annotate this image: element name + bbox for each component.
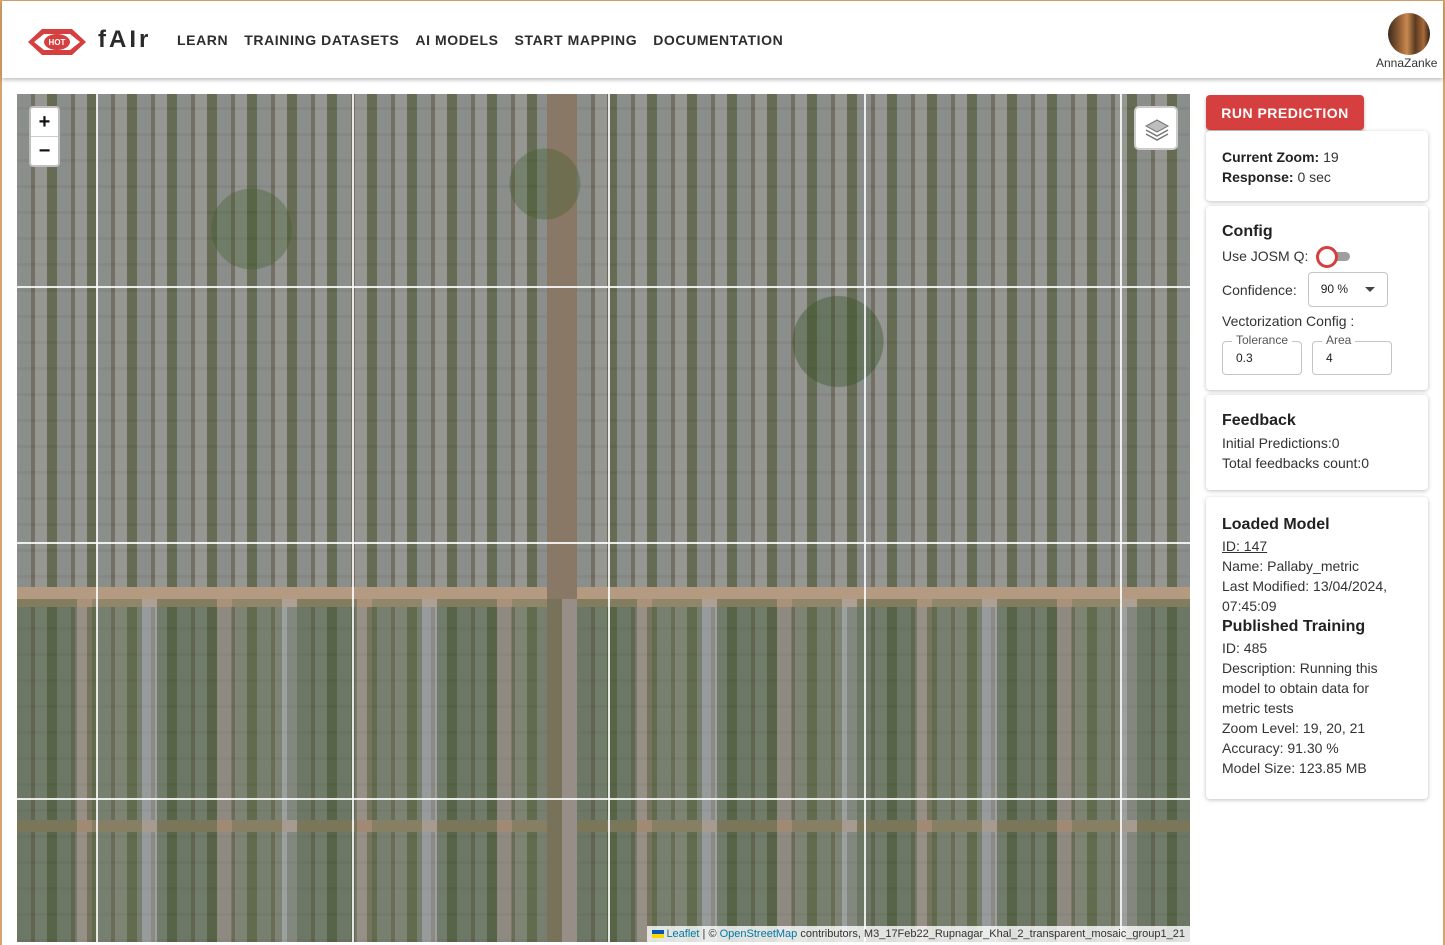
loaded-model-card: Loaded Model ID: 147 Name: Pallaby_metri… xyxy=(1206,497,1428,799)
ukraine-flag-icon xyxy=(652,930,665,939)
training-id: ID: 485 xyxy=(1222,640,1268,656)
top-navbar: HOT fAIr LEARN TRAINING DATASETS AI MODE… xyxy=(2,1,1443,78)
username: AnnaZanke xyxy=(1376,56,1438,70)
status-card: Current Zoom: 19 Response: 0 sec xyxy=(1206,131,1428,201)
total-feedbacks: Total feedbacks count:0 xyxy=(1222,455,1370,471)
current-zoom-value: 19 xyxy=(1323,149,1339,165)
current-zoom-line: Current Zoom: 19 xyxy=(1222,147,1412,167)
dropdown-arrow-icon xyxy=(1364,287,1375,292)
tile-grid-line xyxy=(17,286,1190,288)
nav-training-datasets[interactable]: TRAINING DATASETS xyxy=(244,32,399,48)
response-label: Response: xyxy=(1222,169,1294,185)
training-zoom-level: Zoom Level: 19, 20, 21 xyxy=(1222,720,1366,736)
training-description: Description: Running this xyxy=(1222,660,1378,676)
current-zoom-label: Current Zoom: xyxy=(1222,149,1320,165)
attribution-separator: | © xyxy=(702,928,717,940)
tile-grid-line xyxy=(17,542,1190,544)
openstreetmap-link[interactable]: OpenStreetMap xyxy=(720,928,798,940)
confidence-value: 90 % xyxy=(1320,282,1349,296)
tolerance-input[interactable] xyxy=(1223,342,1301,374)
confidence-label: Confidence: xyxy=(1222,281,1297,298)
tile-grid-line xyxy=(96,94,98,942)
confidence-row: Confidence: 90 % xyxy=(1222,272,1412,307)
run-prediction-button[interactable]: RUN PREDICTION xyxy=(1206,95,1364,130)
training-accuracy: Accuracy: 91.30 % xyxy=(1222,740,1339,756)
main-nav: LEARN TRAINING DATASETS AI MODELS START … xyxy=(177,32,783,48)
nav-documentation[interactable]: DOCUMENTATION xyxy=(653,32,783,48)
tile-grid-line xyxy=(17,798,1190,800)
zoom-out-button[interactable]: − xyxy=(31,136,58,164)
published-training-title: Published Training xyxy=(1222,618,1366,635)
josm-label: Use JOSM Q: xyxy=(1222,248,1309,264)
josm-toggle[interactable] xyxy=(1316,246,1352,268)
brand-name[interactable]: fAIr xyxy=(98,26,151,54)
tolerance-field[interactable]: Tolerance xyxy=(1222,333,1302,375)
confidence-select[interactable]: 90 % xyxy=(1307,272,1388,307)
layers-icon xyxy=(1144,119,1170,141)
zoom-control: + − xyxy=(29,106,60,167)
josm-row: Use JOSM Q: xyxy=(1222,246,1412,268)
map-view[interactable]: + − Leaflet | © OpenStreetMap contributo… xyxy=(17,94,1190,942)
training-description-3: metric tests xyxy=(1222,700,1294,716)
response-line: Response: 0 sec xyxy=(1222,167,1412,187)
tile-grid-line xyxy=(1120,94,1122,942)
nav-start-mapping[interactable]: START MAPPING xyxy=(515,32,638,48)
nav-ai-models[interactable]: AI MODELS xyxy=(415,32,498,48)
feedback-card: Feedback Initial Predictions:0 Total fee… xyxy=(1206,395,1428,490)
satellite-imagery xyxy=(17,94,1190,544)
training-description-2: model to obtain data for xyxy=(1222,680,1370,696)
attribution-text: contributors, M3_17Feb22_Rupnagar_Khal_2… xyxy=(800,928,1185,940)
logo-text: HOT xyxy=(49,38,66,47)
satellite-imagery-south xyxy=(17,599,1190,942)
map-attribution: Leaflet | © OpenStreetMap contributors, … xyxy=(647,926,1190,942)
response-value: 0 sec xyxy=(1297,169,1331,185)
toggle-thumb xyxy=(1316,246,1339,268)
loaded-model-title: Loaded Model xyxy=(1222,516,1330,533)
area-input[interactable] xyxy=(1313,342,1391,374)
model-last-modified-time: 07:45:09 xyxy=(1222,598,1277,614)
tile-grid-line xyxy=(352,94,354,942)
config-title: Config xyxy=(1222,223,1273,240)
nav-learn[interactable]: LEARN xyxy=(177,32,228,48)
area-field[interactable]: Area xyxy=(1312,333,1392,375)
tile-grid-line xyxy=(608,94,610,942)
avatar[interactable] xyxy=(1388,13,1430,55)
model-id-link[interactable]: ID: 147 xyxy=(1222,536,1412,556)
initial-predictions: Initial Predictions:0 xyxy=(1222,435,1340,451)
vectorization-label: Vectorization Config : xyxy=(1222,313,1355,329)
hot-logo-icon[interactable]: HOT xyxy=(28,23,86,61)
zoom-in-button[interactable]: + xyxy=(31,108,58,136)
feedback-title: Feedback xyxy=(1222,412,1296,429)
layer-switcher-button[interactable] xyxy=(1134,106,1178,150)
model-last-modified: Last Modified: 13/04/2024, xyxy=(1222,578,1388,594)
tile-grid-line xyxy=(864,94,866,942)
leaflet-link[interactable]: Leaflet xyxy=(666,928,699,940)
model-size: Model Size: 123.85 MB xyxy=(1222,760,1367,776)
model-name: Name: Pallaby_metric xyxy=(1222,558,1359,574)
config-card: Config Use JOSM Q: Confidence: 90 % Vect… xyxy=(1206,206,1428,390)
